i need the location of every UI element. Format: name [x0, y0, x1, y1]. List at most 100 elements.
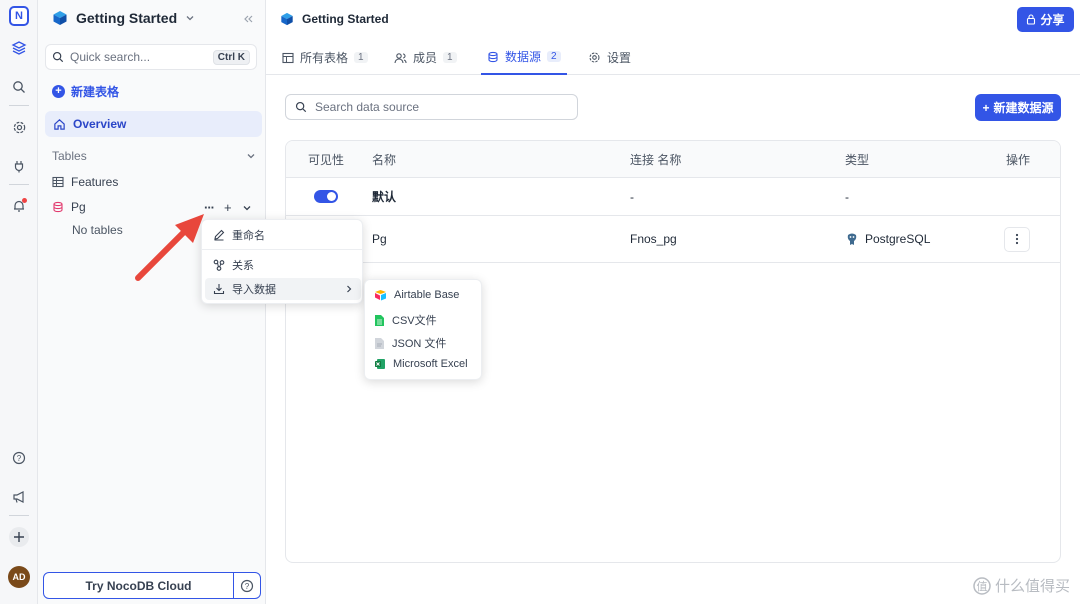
- airtable-icon: [375, 290, 386, 301]
- sidebar-item-features[interactable]: Features: [52, 175, 118, 189]
- rail-divider: [9, 515, 29, 516]
- new-table-label: 新建表格: [71, 85, 120, 99]
- try-cloud-button[interactable]: Try NocoDB Cloud ?: [43, 572, 261, 599]
- tables-section-header[interactable]: Tables: [52, 149, 256, 163]
- menu-item-relations[interactable]: 关系: [205, 254, 361, 276]
- page-title-label: Getting Started: [302, 12, 389, 26]
- help-icon[interactable]: ?: [233, 573, 260, 598]
- rail-divider: [9, 105, 29, 106]
- pencil-icon: [214, 229, 225, 241]
- shortcut-badge: Ctrl K: [212, 49, 250, 65]
- chevron-down-icon: [186, 16, 194, 21]
- overview-label: Overview: [73, 117, 127, 131]
- page-title: Getting Started: [280, 12, 389, 26]
- home-icon: [54, 118, 65, 130]
- csv-file-icon: [375, 314, 384, 326]
- sidebar-item-overview[interactable]: Overview: [45, 111, 262, 137]
- search-icon: [295, 101, 307, 113]
- table-header: 可见性 名称 连接 名称 类型 操作: [286, 141, 1060, 178]
- search-icon: [52, 51, 64, 63]
- nocodb-logo-icon[interactable]: N: [9, 6, 29, 26]
- submenu-item-label: Microsoft Excel: [393, 358, 468, 370]
- new-data-source-button[interactable]: + 新建数据源: [975, 94, 1061, 121]
- relations-icon: [213, 259, 225, 271]
- quick-search-input[interactable]: Quick search... Ctrl K: [45, 44, 257, 70]
- svg-text:?: ?: [17, 454, 22, 463]
- share-label: 分享: [1040, 13, 1065, 27]
- chevron-down-icon[interactable]: [242, 203, 252, 213]
- database-icon: [53, 201, 63, 213]
- rail-divider: [9, 184, 29, 185]
- source-type-cell: PostgreSQL: [845, 216, 930, 262]
- project-cube-icon: [53, 11, 67, 25]
- column-header: 可见性: [308, 152, 345, 167]
- tab-count: 2: [547, 51, 561, 62]
- tab-label: 所有表格: [300, 51, 349, 65]
- share-button[interactable]: 分享: [1017, 7, 1074, 32]
- submenu-item-excel[interactable]: Microsoft Excel: [374, 358, 468, 370]
- submenu-item-json[interactable]: JSON 文件: [374, 335, 446, 351]
- plus-circle-icon: +: [52, 85, 65, 98]
- postgresql-icon: [847, 233, 857, 245]
- table-row[interactable]: 默认 - -: [286, 178, 1060, 216]
- tab-settings[interactable]: 设置: [588, 40, 631, 75]
- plug-icon[interactable]: [9, 156, 29, 176]
- tab-members[interactable]: 成员 1: [394, 40, 457, 75]
- left-rail: N ? AD: [0, 0, 38, 604]
- row-actions-button[interactable]: [1004, 226, 1030, 252]
- collapse-sidebar-icon[interactable]: [243, 12, 253, 27]
- source-name: 默认: [372, 190, 397, 204]
- submenu-item-label: Airtable Base: [394, 289, 460, 301]
- import-submenu: Airtable Base CSV文件 JSON 文件 Microsoft Ex…: [364, 279, 482, 380]
- settings-icon[interactable]: [9, 117, 29, 137]
- settings-icon: [589, 52, 600, 63]
- lock-icon: [1027, 14, 1036, 25]
- plus-icon: +: [982, 100, 990, 115]
- submenu-item-airtable[interactable]: Airtable Base: [374, 289, 459, 301]
- plus-icon[interactable]: [9, 527, 29, 547]
- menu-item-import-data[interactable]: 导入数据: [205, 278, 361, 300]
- tab-all-tables[interactable]: 所有表格 1: [282, 40, 368, 75]
- tab-data-sources[interactable]: 数据源 2: [481, 40, 567, 75]
- avatar[interactable]: AD: [8, 566, 30, 588]
- kebab-icon: [1015, 233, 1019, 245]
- annotation-arrow: [135, 214, 204, 281]
- project-cube-icon: [281, 12, 293, 26]
- add-icon[interactable]: +: [224, 200, 232, 215]
- download-icon: [213, 284, 225, 295]
- help-icon[interactable]: ?: [9, 448, 29, 468]
- watermark-logo-icon: 值: [973, 576, 991, 595]
- excel-icon: [375, 359, 385, 369]
- table-row[interactable]: Pg Fnos_pg PostgreSQL: [286, 216, 1060, 263]
- project-switcher[interactable]: Getting Started: [52, 10, 195, 26]
- visibility-toggle[interactable]: [314, 190, 338, 203]
- column-header: 名称: [372, 152, 397, 167]
- tab-label: 设置: [607, 51, 632, 65]
- menu-item-label: 导入数据: [232, 284, 276, 296]
- table-icon: [282, 52, 294, 63]
- sidebar-item-pg[interactable]: Pg: [52, 200, 86, 214]
- tab-count: 1: [354, 52, 368, 63]
- table-icon: [52, 176, 64, 188]
- project-title: Getting Started: [76, 10, 178, 26]
- table-context-menu: 重命名 关系 导入数据: [201, 219, 364, 304]
- stack-icon[interactable]: [9, 38, 29, 58]
- users-icon: [394, 52, 407, 63]
- search-data-source-input[interactable]: Search data source: [285, 94, 578, 120]
- new-table-button[interactable]: + 新建表格: [52, 83, 119, 100]
- pg-actions: ··· +: [204, 200, 252, 215]
- search-placeholder: Search data source: [315, 100, 420, 114]
- tab-count: 1: [443, 52, 457, 63]
- submenu-item-label: CSV文件: [392, 315, 437, 327]
- tab-label: 成员: [413, 51, 438, 65]
- column-header: 连接 名称: [630, 152, 682, 167]
- source-type: -: [845, 189, 849, 204]
- search-icon[interactable]: [9, 77, 29, 97]
- megaphone-icon[interactable]: [9, 487, 29, 507]
- database-icon: [488, 51, 498, 62]
- menu-item-rename[interactable]: 重命名: [205, 224, 361, 246]
- submenu-item-csv[interactable]: CSV文件: [374, 312, 437, 328]
- source-type: PostgreSQL: [865, 232, 931, 246]
- svg-text:值: 值: [976, 580, 987, 593]
- bell-icon[interactable]: [9, 196, 29, 216]
